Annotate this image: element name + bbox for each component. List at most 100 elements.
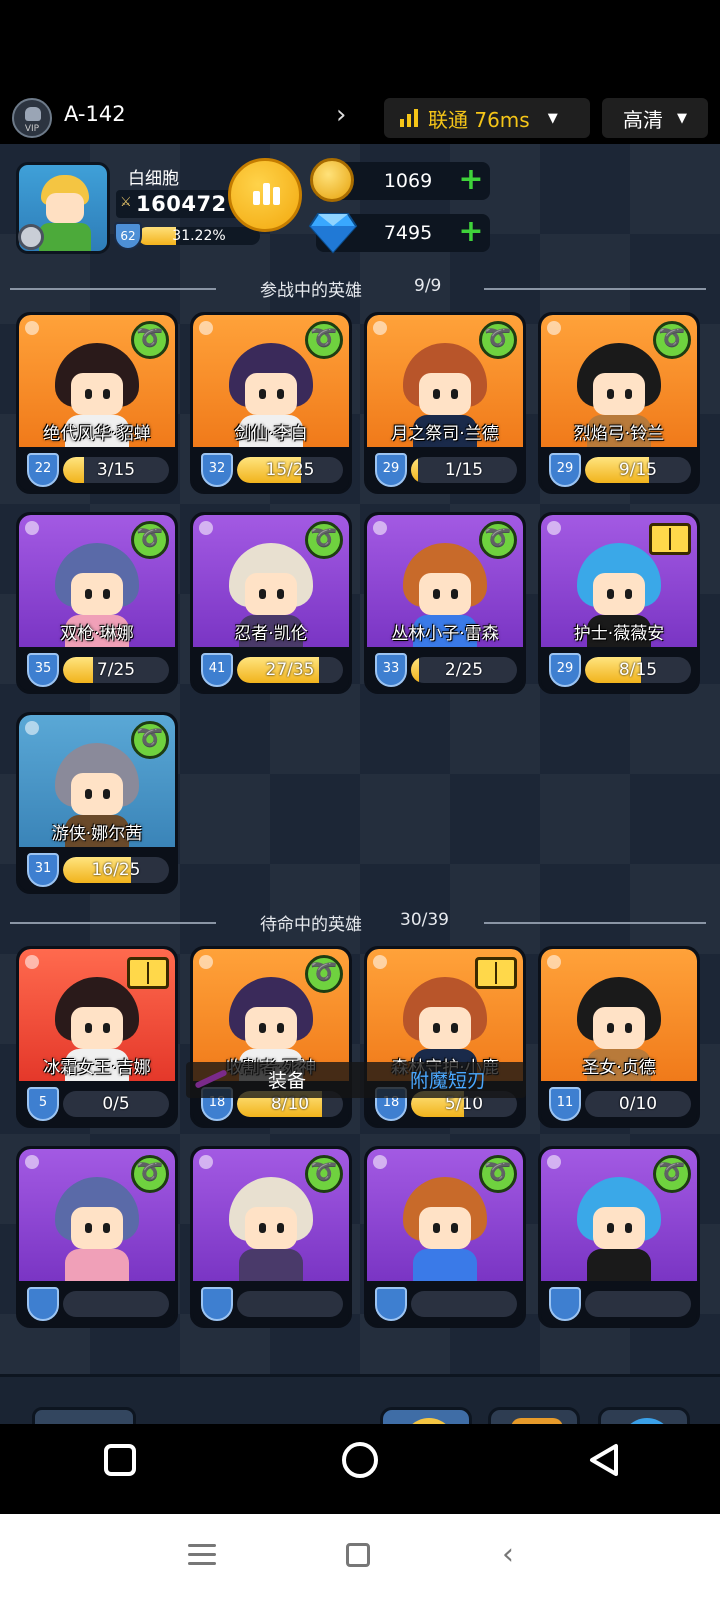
quality-selector[interactable]: 高清 ▼ [602,98,708,138]
hero-card[interactable]: ➰收割者·死神188/10 [190,946,352,1128]
shard-count: 3/15 [96,460,136,480]
book-badge-icon [127,957,169,989]
chevron-down-icon: ▼ [677,110,687,126]
equip-popup[interactable]: 装备 附魔短刃 [186,1062,526,1098]
shard-progress-bar: 9/15 [585,457,691,483]
hero-level: 11 [549,1087,581,1121]
gem-value: 7495 [383,222,433,244]
hero-stats: 29 9/15 [541,447,697,491]
leaf-badge-icon: ➰ [305,521,343,559]
hero-card[interactable]: ➰ [364,1146,526,1328]
hero-card[interactable]: ➰ 绝代风华·貂蝉 22 3/15 [16,312,178,494]
back-triangle-icon[interactable] [586,1442,622,1478]
book-badge-icon [475,957,517,989]
hero-card[interactable]: 护士·薇薇安 29 8/15 [538,512,700,694]
hero-card[interactable]: 圣女·贞德 11 0/10 [538,946,700,1128]
hero-card[interactable]: ➰ 丛林小子·雷森 33 2/25 [364,512,526,694]
hero-portrait: 护士·薇薇安 [541,515,697,649]
network-selector[interactable]: 联通 76ms ▼ [384,98,590,138]
player-level: 62 [114,222,142,250]
back-button[interactable]: ‹ [32,1407,136,1424]
shard-progress-bar [237,1291,343,1317]
game-screen: 白细胞 ⚔ 160472 31.22% 62 1069 + 7495 + 参战中… [0,144,720,1424]
section-count: 9/9 [414,276,442,296]
hero-card[interactable]: ➰ [538,1146,700,1328]
standby-heroes-header: 待命中的英雄 30/39 [10,908,706,938]
hero-stats: 33 2/25 [367,647,523,691]
hero-stats [193,1281,349,1325]
hero-art [49,1169,145,1283]
book-badge-icon [649,523,691,555]
ranking-button[interactable] [228,158,302,232]
coin-icon [310,158,354,202]
menu-icon[interactable] [188,1544,216,1566]
hero-art [223,1169,319,1283]
square-home-icon[interactable] [346,1543,370,1567]
leaf-badge-icon: ➰ [305,321,343,359]
home-icon[interactable] [342,1442,378,1478]
stream-top-bar: VIP A-142 › 联通 76ms ▼ 高清 ▼ [0,88,720,144]
game-bottom-bar: ‹ 招募 英雄 宝物 宠物 [0,1374,720,1424]
hero-card[interactable]: 森林守护·小鹿185/10 [364,946,526,1128]
hero-stats [19,1281,175,1325]
hero-stats: 32 15/25 [193,447,349,491]
hero-card[interactable]: ➰ 剑仙·李白 32 15/25 [190,312,352,494]
shard-count: 15/25 [265,460,315,480]
section-count: 30/39 [400,910,449,930]
hero-card[interactable]: ➰ 游侠·娜尔茜 31 16/25 [16,712,178,894]
chevron-left-icon[interactable]: ‹ [502,1540,514,1570]
hero-stats: 41 27/35 [193,647,349,691]
hero-name: 绝代风华·貂蝉 [43,424,151,444]
leaf-badge-icon: ➰ [653,321,691,359]
hero-portrait: ➰ 忍者·凯伦 [193,515,349,649]
system-nav-bar [0,1424,720,1514]
hero-card[interactable]: ➰ [190,1146,352,1328]
hero-name: 剑仙·李白 [234,424,308,444]
hero-portrait: ➰ [193,1149,349,1283]
gear-icon[interactable] [18,224,44,250]
hero-portrait: ➰ 绝代风华·貂蝉 [19,315,175,449]
hero-portrait: ➰ 丛林小子·雷森 [367,515,523,649]
hero-portrait: ➰ 游侠·娜尔茜 [19,715,175,849]
hero-level: 5 [27,1087,59,1121]
tab-pets[interactable]: 宠物 [598,1407,690,1424]
add-coins-button[interactable]: + [458,165,484,195]
player-card[interactable]: 白细胞 ⚔ 160472 31.22% 62 [16,162,266,254]
hero-portrait: ➰ [19,1149,175,1283]
hero-portrait: ➰ 烈焰弓·铃兰 [541,315,697,449]
shard-count: 2/25 [444,660,484,680]
leaf-badge-icon: ➰ [479,1155,517,1193]
shard-count: 8/15 [618,660,658,680]
hero-card[interactable]: 冰霜女王·吉娜 5 0/5 [16,946,178,1128]
hero-stats: 31 16/25 [19,847,175,891]
hero-name: 护士·薇薇安 [573,624,665,644]
hero-level: 31 [27,853,59,887]
add-gems-button[interactable]: + [458,217,484,247]
hero-level: 29 [375,453,407,487]
hero-level: 32 [201,453,233,487]
hero-card[interactable]: ➰ 忍者·凯伦 41 27/35 [190,512,352,694]
shard-progress-bar: 7/25 [63,657,169,683]
hero-card[interactable]: ➰ 双枪·琳娜 35 7/25 [16,512,178,694]
hero-card[interactable]: ➰ 月之祭司·兰德 29 1/15 [364,312,526,494]
equip-label: 装备 [268,1070,307,1092]
chevron-right-icon[interactable]: › [336,100,346,130]
hero-name: 游侠·娜尔茜 [51,824,143,844]
hero-name: 烈焰弓·铃兰 [573,424,665,444]
leaf-badge-icon: ➰ [479,521,517,559]
hero-card[interactable]: ➰ 烈焰弓·铃兰 29 9/15 [538,312,700,494]
hero-stats [367,1281,523,1325]
hero-level: 33 [375,653,407,687]
leaf-badge-icon: ➰ [131,521,169,559]
signal-bars-icon [400,109,418,127]
tab-heroes[interactable]: 英雄 [380,1407,472,1424]
tab-treasure[interactable]: 宝物 [488,1407,580,1424]
recent-apps-icon[interactable] [104,1444,136,1476]
vip-avatar[interactable]: VIP [12,98,52,138]
hero-card[interactable]: ➰ [16,1146,178,1328]
shard-progress-bar [411,1291,517,1317]
shard-count: 16/25 [91,860,141,880]
shard-progress-bar: 27/35 [237,657,343,683]
hero-level: 29 [549,453,581,487]
coin-counter: 1069 + [310,158,490,202]
